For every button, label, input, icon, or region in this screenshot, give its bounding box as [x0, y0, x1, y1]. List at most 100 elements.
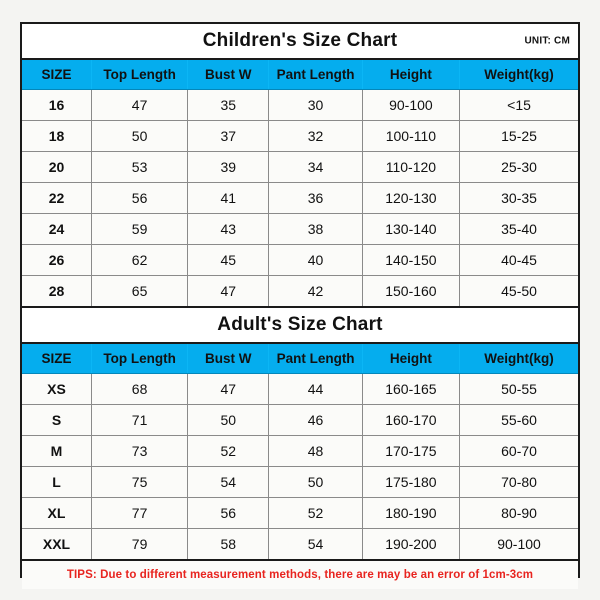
cell-top-length: 59	[91, 213, 189, 245]
cell-bust-w: 54	[187, 466, 270, 498]
column-header-height: Height	[362, 60, 461, 90]
cell-size: XL	[22, 497, 92, 529]
cell-size: 26	[22, 244, 92, 276]
tips-footer-row: TIPS: Due to different measurement metho…	[22, 559, 578, 589]
size-chart-container: Children's Size Chart UNIT: CM SIZE Top …	[20, 22, 580, 589]
cell-bust-w: 52	[187, 435, 270, 467]
cell-bust-w: 41	[187, 182, 270, 214]
table-row: 22 56 41 36 120-130 30-35	[22, 182, 578, 214]
cell-pant-length: 48	[268, 435, 363, 467]
cell-weight: 25-30	[459, 151, 578, 183]
cell-top-length: 56	[91, 182, 189, 214]
unit-label: UNIT: CM	[524, 35, 570, 47]
cell-weight: 90-100	[459, 528, 578, 559]
cell-bust-w: 37	[187, 120, 270, 152]
table-row: XL 77 56 52 180-190 80-90	[22, 497, 578, 529]
cell-top-length: 79	[91, 528, 189, 559]
cell-bust-w: 43	[187, 213, 270, 245]
cell-weight: 40-45	[459, 244, 578, 276]
cell-size: 16	[22, 89, 92, 121]
cell-top-length: 62	[91, 244, 189, 276]
cell-weight: <15	[459, 89, 578, 121]
cell-height: 130-140	[362, 213, 461, 245]
cell-top-length: 77	[91, 497, 189, 529]
children-header-row: SIZE Top Length Bust W Pant Length Heigh…	[22, 60, 578, 90]
column-header-size: SIZE	[22, 60, 92, 90]
cell-weight: 80-90	[459, 497, 578, 529]
cell-top-length: 73	[91, 435, 189, 467]
cell-top-length: 47	[91, 89, 189, 121]
cell-top-length: 50	[91, 120, 189, 152]
cell-height: 160-165	[362, 373, 461, 405]
cell-height: 175-180	[362, 466, 461, 498]
children-size-table: SIZE Top Length Bust W Pant Length Heigh…	[22, 60, 578, 306]
cell-height: 90-100	[362, 89, 461, 121]
cell-bust-w: 45	[187, 244, 270, 276]
cell-pant-length: 52	[268, 497, 363, 529]
cell-pant-length: 30	[268, 89, 363, 121]
cell-size: 22	[22, 182, 92, 214]
column-header-pant-length: Pant Length	[268, 60, 363, 90]
table-row: 26 62 45 40 140-150 40-45	[22, 244, 578, 276]
cell-weight: 30-35	[459, 182, 578, 214]
cell-bust-w: 35	[187, 89, 270, 121]
adult-header-row: SIZE Top Length Bust W Pant Length Heigh…	[22, 344, 578, 374]
cell-pant-length: 36	[268, 182, 363, 214]
cell-bust-w: 47	[187, 275, 270, 306]
table-row: L 75 54 50 175-180 70-80	[22, 466, 578, 498]
cell-height: 150-160	[362, 275, 461, 306]
table-row: 18 50 37 32 100-110 15-25	[22, 120, 578, 152]
adult-size-table: SIZE Top Length Bust W Pant Length Heigh…	[22, 344, 578, 559]
column-header-height: Height	[362, 344, 461, 374]
cell-top-length: 71	[91, 404, 189, 436]
cell-pant-length: 50	[268, 466, 363, 498]
column-header-bust-w: Bust W	[187, 60, 270, 90]
cell-weight: 15-25	[459, 120, 578, 152]
cell-weight: 45-50	[459, 275, 578, 306]
cell-weight: 50-55	[459, 373, 578, 405]
children-chart-title: Children's Size Chart	[202, 30, 398, 51]
cell-bust-w: 50	[187, 404, 270, 436]
column-header-pant-length: Pant Length	[268, 344, 363, 374]
table-row: 16 47 35 30 90-100 <15	[22, 89, 578, 121]
cell-pant-length: 54	[268, 528, 363, 559]
table-row: 24 59 43 38 130-140 35-40	[22, 213, 578, 245]
table-row: XXL 79 58 54 190-200 90-100	[22, 528, 578, 559]
column-header-top-length: Top Length	[91, 344, 189, 374]
cell-height: 140-150	[362, 244, 461, 276]
cell-bust-w: 56	[187, 497, 270, 529]
cell-size: 20	[22, 151, 92, 183]
column-header-size: SIZE	[22, 344, 92, 374]
cell-weight: 35-40	[459, 213, 578, 245]
cell-size: L	[22, 466, 92, 498]
cell-weight: 70-80	[459, 466, 578, 498]
column-header-weight: Weight(kg)	[459, 60, 578, 90]
table-row: 20 53 39 34 110-120 25-30	[22, 151, 578, 183]
adult-chart-title: Adult's Size Chart	[217, 314, 383, 335]
table-row: XS 68 47 44 160-165 50-55	[22, 373, 578, 405]
cell-height: 170-175	[362, 435, 461, 467]
cell-size: 28	[22, 275, 92, 306]
cell-size: S	[22, 404, 92, 436]
adult-table-body: XS 68 47 44 160-165 50-55 S 71 50 46 160…	[22, 373, 578, 559]
cell-pant-length: 46	[268, 404, 363, 436]
cell-bust-w: 58	[187, 528, 270, 559]
table-row: M 73 52 48 170-175 60-70	[22, 435, 578, 467]
adult-title-row: Adult's Size Chart	[22, 306, 578, 344]
cell-bust-w: 47	[187, 373, 270, 405]
column-header-top-length: Top Length	[91, 60, 189, 90]
cell-size: 18	[22, 120, 92, 152]
cell-top-length: 75	[91, 466, 189, 498]
cell-pant-length: 38	[268, 213, 363, 245]
cell-top-length: 68	[91, 373, 189, 405]
children-title-row: Children's Size Chart UNIT: CM	[22, 24, 578, 60]
cell-height: 160-170	[362, 404, 461, 436]
table-row: S 71 50 46 160-170 55-60	[22, 404, 578, 436]
cell-pant-length: 42	[268, 275, 363, 306]
cell-weight: 55-60	[459, 404, 578, 436]
cell-height: 190-200	[362, 528, 461, 559]
cell-pant-length: 32	[268, 120, 363, 152]
cell-bust-w: 39	[187, 151, 270, 183]
children-table-body: 16 47 35 30 90-100 <15 18 50 37 32 100-1…	[22, 89, 578, 306]
cell-size: XS	[22, 373, 92, 405]
